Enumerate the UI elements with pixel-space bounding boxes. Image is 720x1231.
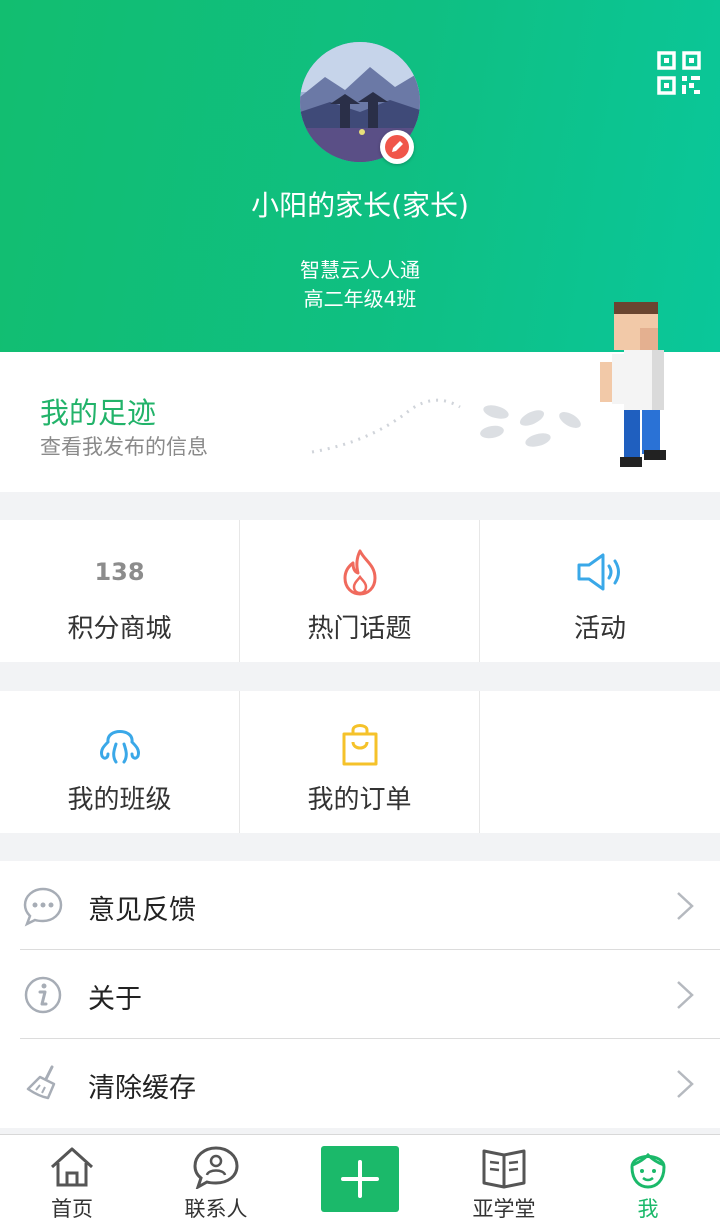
clear-cache-item[interactable]: 清除缓存 <box>0 1039 720 1128</box>
activity-label: 活动 <box>573 614 626 644</box>
footprint-title: 我的足迹 <box>40 396 157 430</box>
edit-avatar-button[interactable] <box>380 130 414 164</box>
octopus-icon <box>99 730 140 764</box>
tab-home[interactable]: 首页 <box>0 1135 144 1231</box>
school-name: 智慧云人人通 <box>300 258 420 282</box>
chevron-right-icon <box>677 981 694 1009</box>
tab-me[interactable]: 我 <box>576 1135 720 1231</box>
user-name: 小阳的家长(家长) <box>251 189 469 222</box>
broom-icon <box>26 1065 56 1100</box>
speaker-icon <box>577 553 620 591</box>
info-icon <box>24 976 62 1014</box>
settings-list: 意见反馈 关于 清除缓存 <box>0 861 720 1128</box>
pencil-icon <box>385 135 409 159</box>
my-footprint-card[interactable]: 我的足迹 查看我发布的信息 <box>0 302 720 492</box>
my-class-label: 我的班级 <box>67 785 172 815</box>
tab-home-label: 首页 <box>51 1197 93 1221</box>
clear-cache-label: 清除缓存 <box>88 1073 196 1104</box>
tab-me-label: 我 <box>637 1197 659 1221</box>
feature-grid-row-1: 138 积分商城 热门话题 活动 <box>0 520 720 662</box>
activity-button[interactable]: 活动 <box>480 520 720 662</box>
footprint-subtitle: 查看我发布的信息 <box>40 435 208 459</box>
chevron-right-icon <box>677 1070 694 1098</box>
feedback-label: 意见反馈 <box>88 895 196 926</box>
feature-grid-row-2: 我的班级 我的订单 <box>0 691 720 833</box>
person-face-icon <box>630 1152 666 1189</box>
feedback-item[interactable]: 意见反馈 <box>0 861 720 950</box>
hot-topics-button[interactable]: 热门话题 <box>240 520 480 662</box>
plus-icon <box>341 1160 379 1198</box>
points-mall-label: 积分商城 <box>67 614 172 644</box>
qr-code-icon[interactable] <box>656 50 702 96</box>
walking-character-illustration <box>311 302 666 467</box>
book-icon <box>482 1149 526 1189</box>
home-icon <box>50 1147 94 1187</box>
points-mall-button[interactable]: 138 积分商城 <box>0 520 240 662</box>
chat-bubble-icon <box>23 887 63 927</box>
hot-topics-label: 热门话题 <box>307 614 412 644</box>
my-orders-label: 我的订单 <box>307 785 412 815</box>
about-item[interactable]: 关于 <box>0 950 720 1039</box>
chevron-right-icon <box>677 892 694 920</box>
tab-contacts[interactable]: 联系人 <box>144 1135 288 1231</box>
points-value: 138 <box>94 558 145 586</box>
my-class-button[interactable]: 我的班级 <box>0 691 240 833</box>
shopping-bag-icon <box>342 724 377 766</box>
empty-cell <box>480 691 720 833</box>
add-button[interactable] <box>321 1146 399 1212</box>
about-label: 关于 <box>88 984 142 1015</box>
contacts-icon <box>193 1146 239 1189</box>
fire-icon <box>343 549 376 596</box>
tab-academy[interactable]: 亚学堂 <box>432 1135 576 1231</box>
tab-contacts-label: 联系人 <box>184 1197 248 1221</box>
tab-academy-label: 亚学堂 <box>472 1197 536 1221</box>
my-orders-button[interactable]: 我的订单 <box>240 691 480 833</box>
